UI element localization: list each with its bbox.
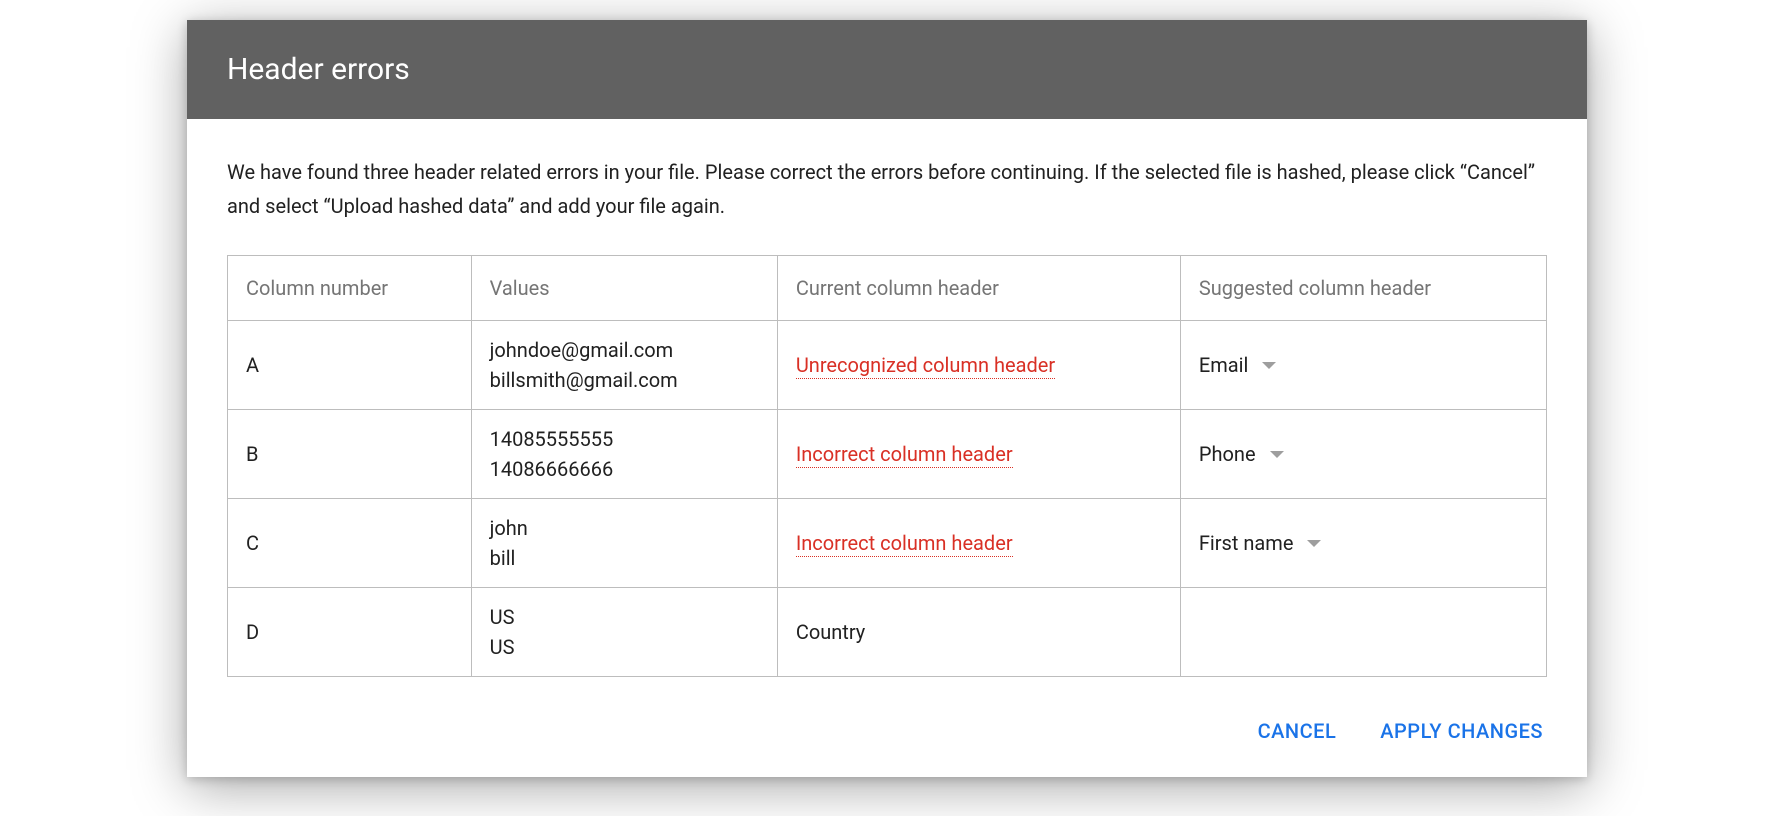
value-line: US	[490, 602, 759, 632]
cell-values: johnbill	[471, 499, 777, 588]
select-label: First name	[1199, 528, 1294, 558]
value-line: john	[490, 513, 759, 543]
header-errors-dialog: Header errors We have found three header…	[187, 20, 1587, 777]
dialog-header: Header errors	[187, 20, 1587, 119]
chevron-down-icon	[1262, 362, 1276, 369]
dialog-title: Header errors	[227, 52, 1547, 87]
cell-values: USUS	[471, 588, 777, 677]
value-line: johndoe@gmail.com	[490, 335, 759, 365]
suggested-header-select[interactable]: Email	[1199, 350, 1528, 380]
error-text: Incorrect column header	[796, 531, 1013, 557]
dialog-actions: CANCEL APPLY CHANGES	[227, 713, 1547, 749]
col-header-number: Column number	[228, 256, 472, 321]
table-header-row: Column number Values Current column head…	[228, 256, 1547, 321]
error-text: Incorrect column header	[796, 442, 1013, 468]
select-label: Email	[1199, 350, 1249, 380]
col-header-suggested: Suggested column header	[1180, 256, 1546, 321]
cell-values: 1408555555514086666666	[471, 410, 777, 499]
chevron-down-icon	[1307, 540, 1321, 547]
cell-column-number: C	[228, 499, 472, 588]
cell-current-header: Country	[777, 588, 1180, 677]
value-line: 14086666666	[490, 454, 759, 484]
value-line: US	[490, 632, 759, 662]
suggested-header-select[interactable]: First name	[1199, 528, 1528, 558]
cancel-button[interactable]: CANCEL	[1254, 713, 1341, 749]
cell-suggested-header	[1180, 588, 1546, 677]
cell-column-number: D	[228, 588, 472, 677]
table-row: Ajohndoe@gmail.combillsmith@gmail.com Unr…	[228, 321, 1547, 410]
value-line: bill	[490, 543, 759, 573]
cell-current-header: Incorrect column header	[777, 410, 1180, 499]
table-row: Cjohnbill Incorrect column header First na…	[228, 499, 1547, 588]
suggested-header-select[interactable]: Phone	[1199, 439, 1528, 469]
cell-values: johndoe@gmail.combillsmith@gmail.com	[471, 321, 777, 410]
cell-suggested-header[interactable]: Phone	[1180, 410, 1546, 499]
chevron-down-icon	[1270, 451, 1284, 458]
select-label: Phone	[1199, 439, 1256, 469]
error-text: Unrecognized column header	[796, 353, 1055, 379]
cell-current-header: Incorrect column header	[777, 499, 1180, 588]
value-line: 14085555555	[490, 424, 759, 454]
apply-changes-button[interactable]: APPLY CHANGES	[1376, 713, 1547, 749]
dialog-description: We have found three header related error…	[227, 155, 1547, 223]
dialog-body: We have found three header related error…	[187, 119, 1587, 777]
errors-table: Column number Values Current column head…	[227, 255, 1547, 677]
value-line: billsmith@gmail.com	[490, 365, 759, 395]
table-row: B1408555555514086666666Incorrect column …	[228, 410, 1547, 499]
cell-current-header: Unrecognized column header	[777, 321, 1180, 410]
table-row: DUSUSCountry	[228, 588, 1547, 677]
col-header-current: Current column header	[777, 256, 1180, 321]
cell-suggested-header[interactable]: Email	[1180, 321, 1546, 410]
cell-column-number: B	[228, 410, 472, 499]
col-header-values: Values	[471, 256, 777, 321]
cell-column-number: A	[228, 321, 472, 410]
cell-suggested-header[interactable]: First name	[1180, 499, 1546, 588]
